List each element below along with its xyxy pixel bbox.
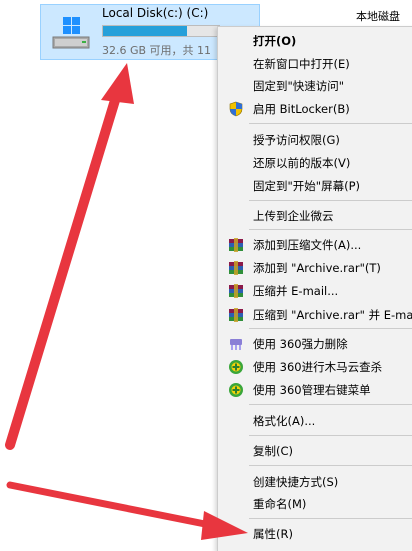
menu-label: 在新窗口中打开(E)	[253, 57, 350, 71]
arrow-up-to-drive	[5, 63, 134, 450]
menu-label: 格式化(A)...	[253, 414, 316, 428]
menu-label: 使用 360管理右键菜单	[253, 383, 371, 397]
menu-item-bitlocker[interactable]: 启用 BitLocker(B)	[218, 98, 412, 119]
menu-item-format[interactable]: 格式化(A)...	[218, 410, 412, 431]
menu-label: 添加到 "Archive.rar"(T)	[253, 261, 381, 275]
menu-item-360-manage[interactable]: 使用 360管理右键菜单	[218, 379, 412, 400]
menu-label: 使用 360进行木马云查杀	[253, 360, 383, 374]
menu-separator	[249, 123, 412, 124]
menu-label: 重命名(M)	[253, 497, 307, 511]
menu-label: 添加到压缩文件(A)...	[253, 238, 362, 252]
menu-item-compress-email[interactable]: 压缩并 E-mail...	[218, 280, 412, 301]
context-menu: 打开(O) 在新窗口中打开(E) 固定到"快速访问" 启用 BitLocker(…	[217, 26, 412, 551]
menu-label: 使用 360强力删除	[253, 337, 348, 351]
menu-item-compress-rar-email[interactable]: 压缩到 "Archive.rar" 并 E-ma	[218, 304, 412, 325]
menu-item-rename[interactable]: 重命名(M)	[218, 493, 412, 514]
360-shield-icon	[229, 360, 243, 374]
360-shredder-icon	[230, 339, 242, 350]
menu-label: 固定到"开始"屏幕(P)	[253, 179, 360, 193]
drive-usage-fill	[103, 26, 187, 36]
windows-drive-icon	[52, 17, 90, 49]
drive-space-text: 32.6 GB 可用，共 11	[102, 44, 212, 57]
winrar-books-icon	[229, 261, 243, 275]
menu-item-create-shortcut[interactable]: 创建快捷方式(S)	[218, 471, 412, 492]
menu-label: 打开(O)	[253, 34, 297, 48]
menu-separator	[249, 328, 412, 329]
menu-item-upload-wecloud[interactable]: 上传到企业微云	[218, 205, 412, 226]
menu-label: 压缩到 "Archive.rar" 并 E-ma	[253, 308, 412, 322]
menu-label: 授予访问权限(G)	[253, 133, 340, 147]
menu-item-add-to-archive-rar[interactable]: 添加到 "Archive.rar"(T)	[218, 257, 412, 278]
menu-separator	[249, 465, 412, 466]
menu-item-360-delete[interactable]: 使用 360强力删除	[218, 333, 412, 354]
menu-label: 固定到"快速访问"	[253, 79, 345, 93]
menu-item-pin-start[interactable]: 固定到"开始"屏幕(P)	[218, 175, 412, 196]
drive-usage-bar	[102, 25, 220, 37]
winrar-books-icon	[229, 238, 243, 252]
menu-item-open-new-window[interactable]: 在新窗口中打开(E)	[218, 53, 412, 74]
360-shield-icon	[229, 383, 243, 397]
menu-label: 上传到企业微云	[253, 209, 334, 223]
menu-item-restore-versions[interactable]: 还原以前的版本(V)	[218, 152, 412, 173]
column-label-local-disk: 本地磁盘	[356, 10, 400, 23]
menu-item-360-scan[interactable]: 使用 360进行木马云查杀	[218, 356, 412, 377]
menu-item-properties[interactable]: 属性(R)	[218, 523, 412, 544]
menu-separator	[249, 229, 412, 230]
drive-name: Local Disk(c:) (C:)	[102, 6, 209, 20]
arrow-to-properties	[6, 481, 248, 540]
winrar-books-icon	[229, 308, 243, 322]
menu-item-grant-access[interactable]: 授予访问权限(G)	[218, 129, 412, 150]
menu-label: 启用 BitLocker(B)	[253, 102, 350, 116]
menu-separator	[249, 518, 412, 519]
menu-separator	[249, 200, 412, 201]
menu-label: 创建快捷方式(S)	[253, 475, 339, 489]
shield-icon	[229, 101, 243, 117]
menu-label: 复制(C)	[253, 444, 294, 458]
menu-label: 压缩并 E-mail...	[253, 284, 339, 298]
menu-label: 属性(R)	[253, 527, 293, 541]
menu-label: 还原以前的版本(V)	[253, 156, 351, 170]
menu-separator	[249, 404, 412, 405]
winrar-books-icon	[229, 284, 243, 298]
menu-item-pin-quick-access[interactable]: 固定到"快速访问"	[218, 75, 412, 96]
menu-item-open[interactable]: 打开(O)	[218, 30, 412, 51]
menu-item-copy[interactable]: 复制(C)	[218, 440, 412, 461]
menu-separator	[249, 435, 412, 436]
menu-item-add-to-archive[interactable]: 添加到压缩文件(A)...	[218, 234, 412, 255]
